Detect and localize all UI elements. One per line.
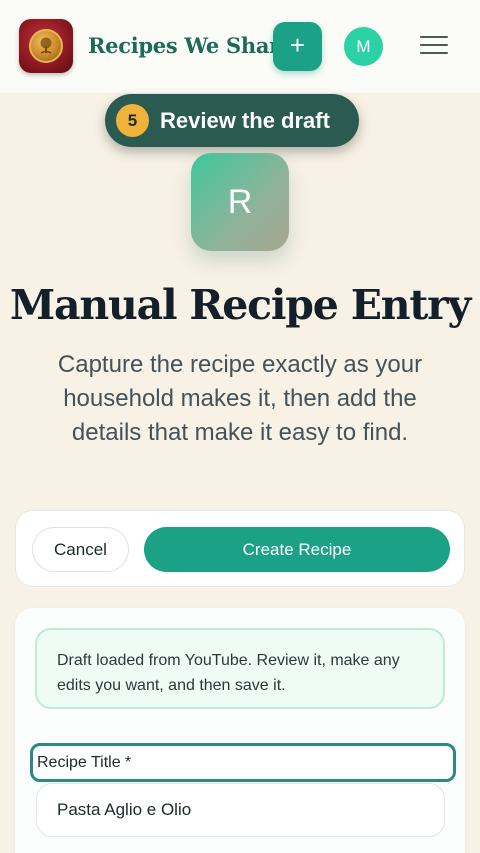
menu-line [420,36,448,38]
top-app-bar: Recipes We Share + M [0,0,480,94]
recipe-initial-badge: R [191,153,289,251]
create-recipe-button[interactable]: Create Recipe [144,527,450,572]
step-number-badge: 5 [116,104,149,137]
menu-line [420,52,448,54]
app-logo[interactable] [19,19,73,73]
brand-name[interactable]: Recipes We Share [88,33,293,58]
cancel-button[interactable]: Cancel [32,527,129,572]
menu-line [420,44,448,46]
recipe-title-input[interactable]: Pasta Aglio e Olio [36,783,445,837]
step-indicator: 5 Review the draft [105,94,359,147]
action-bar: Cancel Create Recipe [15,510,465,587]
page-subtitle: Capture the recipe exactly as your house… [57,351,423,446]
add-recipe-button[interactable]: + [273,22,322,71]
tree-seal-icon [29,29,63,63]
recipe-title-label: Recipe Title * [30,743,456,782]
user-avatar[interactable]: M [344,27,383,66]
recipe-form: Draft loaded from YouTube. Review it, ma… [15,608,465,853]
step-label: Review the draft [160,108,330,133]
draft-notice: Draft loaded from YouTube. Review it, ma… [35,628,445,709]
hamburger-menu-icon[interactable] [420,36,448,58]
page-title: Manual Recipe Entry [9,281,472,329]
